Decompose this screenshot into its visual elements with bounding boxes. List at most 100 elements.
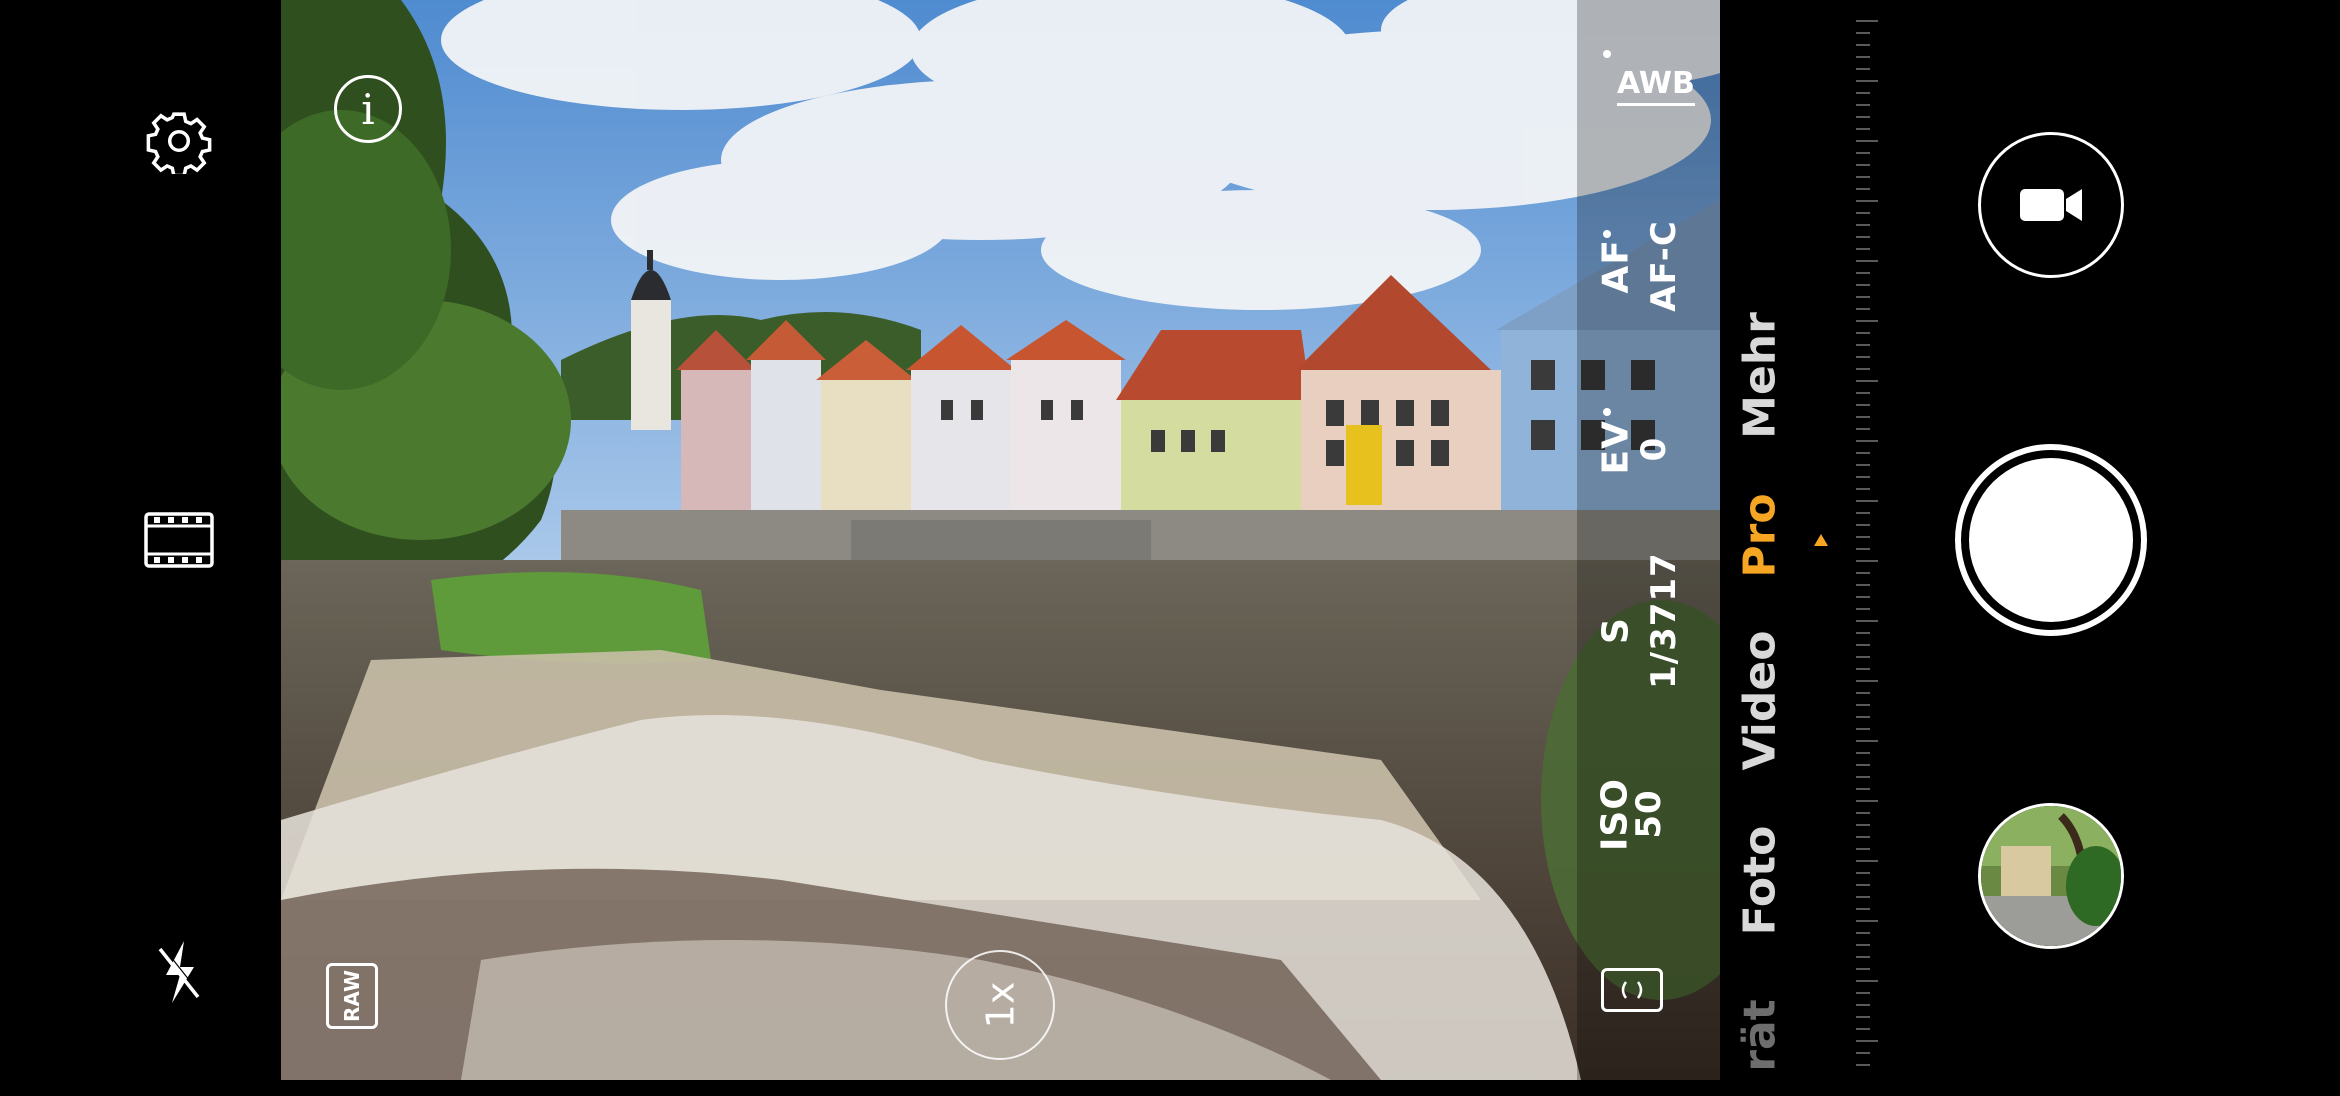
- ruler-tick: [1856, 1040, 1878, 1042]
- info-button[interactable]: i: [334, 75, 402, 143]
- ruler-tick: [1856, 284, 1870, 286]
- ruler-tick: [1856, 500, 1878, 502]
- ruler-tick: [1856, 332, 1870, 334]
- shutter-button[interactable]: [1955, 444, 2147, 636]
- ruler-tick: [1856, 32, 1870, 34]
- ruler-tick: [1856, 740, 1878, 742]
- ruler-tick: [1856, 608, 1870, 610]
- ruler-tick: [1856, 560, 1878, 562]
- ruler-tick: [1856, 260, 1878, 262]
- ruler-tick: [1856, 812, 1870, 814]
- video-record-button[interactable]: [1978, 132, 2124, 278]
- ruler-tick: [1856, 872, 1870, 874]
- ruler-tick: [1856, 1052, 1870, 1054]
- raw-toggle[interactable]: RAW: [326, 963, 378, 1029]
- ruler-tick: [1856, 68, 1870, 70]
- left-toolbar: [0, 0, 281, 1080]
- ruler-tick: [1856, 368, 1870, 370]
- awb-label: AWB: [1617, 66, 1695, 106]
- ruler-tick: [1856, 236, 1870, 238]
- ruler-tick: [1856, 140, 1878, 142]
- ruler-tick: [1856, 644, 1870, 646]
- ruler-tick: [1856, 680, 1878, 682]
- ruler-tick: [1856, 56, 1870, 58]
- settings-button[interactable]: [141, 103, 217, 179]
- ruler-tick: [1856, 1004, 1870, 1006]
- ruler-tick: [1856, 692, 1870, 694]
- ruler-tick: [1856, 188, 1870, 190]
- ruler-tick: [1856, 956, 1870, 958]
- ruler-tick: [1856, 320, 1878, 322]
- gallery-thumbnail[interactable]: [1978, 803, 2124, 949]
- mode-mehr[interactable]: Mehr: [1735, 306, 1786, 446]
- ruler-tick: [1856, 224, 1870, 226]
- s-label: S: [1595, 617, 1637, 644]
- ruler-tick: [1856, 20, 1878, 22]
- ruler-tick: [1856, 176, 1870, 178]
- af-value: AF-C: [1644, 220, 1684, 312]
- mode-indicator: [1814, 534, 1828, 546]
- ruler-tick: [1856, 776, 1870, 778]
- ruler-tick: [1856, 392, 1870, 394]
- ruler-tick: [1856, 728, 1870, 730]
- mode-partial[interactable]: rät: [1735, 976, 1786, 1096]
- ruler-tick: [1856, 848, 1870, 850]
- ruler-tick: [1856, 620, 1878, 622]
- shutter-setting[interactable]: S 1/3717: [1577, 552, 1720, 689]
- ruler-tick: [1856, 980, 1878, 982]
- pro-parameters-panel: AWB AF AF-C EV 0 S 1/3717 ISO 50: [1577, 0, 1720, 1080]
- ruler-tick: [1856, 524, 1870, 526]
- ruler-tick: [1856, 116, 1870, 118]
- shutter-inner: [1969, 458, 2133, 622]
- s-value: 1/3717: [1644, 552, 1684, 689]
- info-icon: i: [361, 84, 375, 134]
- ruler-tick: [1856, 668, 1870, 670]
- ruler-tick: [1856, 860, 1878, 862]
- ev-setting[interactable]: EV 0: [1577, 405, 1720, 485]
- ruler-tick: [1856, 584, 1870, 586]
- ruler-tick: [1856, 656, 1870, 658]
- gallery-film-button[interactable]: [141, 505, 217, 575]
- camera-viewfinder[interactable]: i RAW 1x AWB AF AF-C EV 0 S 1/3717 ISO 5…: [281, 0, 1720, 1080]
- ruler-tick: [1856, 704, 1870, 706]
- ruler-tick: [1856, 452, 1870, 454]
- ruler-tick: [1856, 716, 1870, 718]
- metering-button[interactable]: [1601, 968, 1663, 1012]
- ruler-tick: [1856, 44, 1870, 46]
- iso-value: 50: [1629, 789, 1669, 839]
- awb-indicator-dot: [1603, 50, 1611, 58]
- ruler-tick: [1856, 104, 1870, 106]
- ruler-tick: [1856, 428, 1870, 430]
- mode-foto[interactable]: Foto: [1735, 811, 1786, 951]
- ruler-tick: [1856, 944, 1870, 946]
- ruler-tick: [1856, 932, 1870, 934]
- iso-setting[interactable]: ISO 50: [1577, 770, 1720, 860]
- mode-ruler: [1856, 0, 1886, 1080]
- ruler-tick: [1856, 908, 1870, 910]
- ruler-tick: [1856, 764, 1870, 766]
- ruler-tick: [1856, 1064, 1870, 1066]
- ev-label: EV: [1595, 420, 1637, 475]
- zoom-button[interactable]: 1x: [945, 950, 1055, 1060]
- right-controls: rät Foto Video Pro Mehr: [1720, 0, 2340, 1080]
- ruler-tick: [1856, 1028, 1870, 1030]
- ruler-tick: [1856, 356, 1870, 358]
- mode-selector[interactable]: rät Foto Video Pro Mehr: [1720, 0, 1860, 1080]
- af-setting[interactable]: AF AF-C: [1577, 220, 1720, 320]
- ruler-tick: [1856, 152, 1870, 154]
- ruler-tick: [1856, 800, 1878, 802]
- video-camera-icon: [2020, 189, 2082, 221]
- mode-video[interactable]: Video: [1735, 621, 1786, 781]
- ruler-tick: [1856, 632, 1870, 634]
- ruler-tick: [1856, 92, 1870, 94]
- ruler-tick: [1856, 440, 1878, 442]
- awb-setting[interactable]: AWB: [1617, 60, 1707, 110]
- ruler-tick: [1856, 1016, 1870, 1018]
- mode-pro[interactable]: Pro: [1735, 476, 1786, 596]
- ruler-tick: [1856, 164, 1870, 166]
- ruler-tick: [1856, 200, 1878, 202]
- flash-button[interactable]: [145, 934, 213, 1010]
- ruler-tick: [1856, 992, 1870, 994]
- ruler-tick: [1856, 212, 1870, 214]
- ruler-tick: [1856, 896, 1870, 898]
